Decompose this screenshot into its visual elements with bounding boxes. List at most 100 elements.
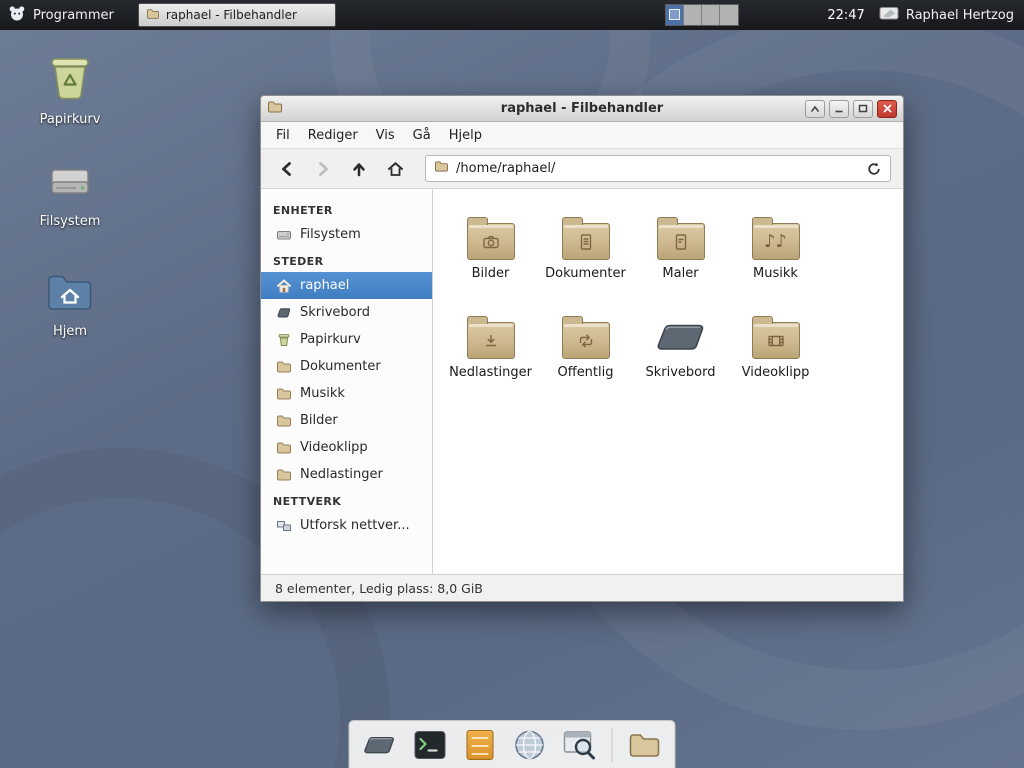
workspace-1[interactable] <box>666 5 684 25</box>
shade-button[interactable] <box>805 100 825 118</box>
menu-vis[interactable]: Vis <box>367 124 404 147</box>
back-button[interactable] <box>271 154 303 184</box>
file-manager-button[interactable] <box>627 727 663 763</box>
sidebar-item-label: Videoklipp <box>300 440 368 455</box>
sidebar-item-musikk[interactable]: Musikk <box>261 380 432 407</box>
folder-icon: ♪♪ <box>752 223 800 260</box>
folder-icon <box>275 360 292 374</box>
maximize-button[interactable] <box>853 100 873 118</box>
menu-ga[interactable]: Gå <box>404 124 440 147</box>
show-desktop-button[interactable] <box>362 727 398 763</box>
desktop-surface-icon <box>653 321 709 357</box>
sidebar-heading-places: STEDER <box>261 248 432 272</box>
top-panel: Programmer raphael - Filbehandler 22:47 … <box>0 0 1024 30</box>
desktop-icon <box>275 306 292 320</box>
folder-icon <box>467 322 515 359</box>
status-text: 8 elementer, Ledig plass: 8,0 GiB <box>275 581 483 596</box>
drive-icon <box>275 227 292 243</box>
desktop-icon-filesystem[interactable]: Filsystem <box>28 158 112 230</box>
taskbar-window-button[interactable]: raphael - Filbehandler <box>138 3 336 27</box>
file-label: Videoklipp <box>742 365 810 380</box>
panel-right-area: 22:47 Raphael Hertzog <box>665 0 1024 30</box>
workspace-3[interactable] <box>702 5 720 25</box>
applications-menu-label: Programmer <box>33 8 114 23</box>
sidebar-item-filsystem[interactable]: Filsystem <box>261 221 432 248</box>
window-controls <box>805 100 897 118</box>
applications-menu-button[interactable]: Programmer <box>0 0 126 30</box>
sidebar-item-bilder[interactable]: Bilder <box>261 407 432 434</box>
menu-rediger[interactable]: Rediger <box>299 124 367 147</box>
file-label: Skrivebord <box>645 365 715 380</box>
path-text: /home/raphael/ <box>456 161 555 176</box>
template-emblem-icon <box>658 224 704 259</box>
up-button[interactable] <box>343 154 375 184</box>
folder-icon <box>275 468 292 482</box>
dock <box>349 720 676 768</box>
sidebar-item-label: Nedlastinger <box>300 467 383 482</box>
file-label: Offentlig <box>558 365 614 380</box>
taskbar-window-label: raphael - Filbehandler <box>166 8 297 22</box>
window-titlebar[interactable]: raphael - Filbehandler <box>261 96 903 122</box>
desktop-icon-trash[interactable]: Papirkurv <box>28 52 112 128</box>
file-label: Bilder <box>472 266 510 281</box>
menu-fil[interactable]: Fil <box>267 124 299 147</box>
application-finder-button[interactable] <box>562 727 598 763</box>
desktop-icon-home[interactable]: Hjem <box>28 272 112 340</box>
file-musikk[interactable]: ♪♪ Musikk <box>728 203 823 302</box>
minimize-button[interactable] <box>829 100 849 118</box>
download-emblem-icon <box>468 323 514 358</box>
sidebar-item-label: raphael <box>300 278 349 293</box>
workspace-4[interactable] <box>720 5 738 25</box>
terminal-button[interactable] <box>412 727 448 763</box>
trash-icon <box>275 332 292 347</box>
sidebar-item-label: Filsystem <box>300 227 361 242</box>
file-bilder[interactable]: Bilder <box>443 203 538 302</box>
sidebar-item-videoklipp[interactable]: Videoklipp <box>261 434 432 461</box>
applications-menu-icon <box>8 4 26 26</box>
camera-emblem-icon <box>468 224 514 259</box>
desktop-icon-label: Papirkurv <box>36 111 105 128</box>
sidebar: ENHETER Filsystem STEDER raphael Skriveb… <box>261 189 433 574</box>
user-icon <box>879 5 899 25</box>
sidebar-item-dokumenter[interactable]: Dokumenter <box>261 353 432 380</box>
document-emblem-icon <box>563 224 609 259</box>
folder-icon <box>562 322 610 359</box>
sidebar-item-label: Utforsk nettver... <box>300 518 410 533</box>
close-button[interactable] <box>877 100 897 118</box>
file-maler[interactable]: Maler <box>633 203 728 302</box>
home-button[interactable] <box>379 154 411 184</box>
home-icon <box>275 278 292 293</box>
forward-button[interactable] <box>307 154 339 184</box>
sidebar-item-network[interactable]: Utforsk nettver... <box>261 512 432 539</box>
desktop: Programmer raphael - Filbehandler 22:47 … <box>0 0 1024 768</box>
folder-icon <box>467 223 515 260</box>
file-dokumenter[interactable]: Dokumenter <box>538 203 633 302</box>
clock[interactable]: 22:47 <box>823 8 868 23</box>
window-content: ENHETER Filsystem STEDER raphael Skriveb… <box>261 189 903 574</box>
user-name-label: Raphael Hertzog <box>906 8 1014 23</box>
workspace-2[interactable] <box>684 5 702 25</box>
desktop-icon-label: Hjem <box>49 323 91 340</box>
file-cabinet-button[interactable] <box>462 727 498 763</box>
file-offentlig[interactable]: Offentlig <box>538 302 633 401</box>
user-menu[interactable]: Raphael Hertzog <box>879 5 1024 25</box>
file-grid: Bilder Dokumenter Maler ♪♪ <box>433 189 903 574</box>
video-emblem-icon <box>753 323 799 358</box>
path-bar[interactable]: /home/raphael/ <box>425 155 891 182</box>
sidebar-item-nedlastinger[interactable]: Nedlastinger <box>261 461 432 488</box>
home-folder-icon <box>46 272 94 318</box>
folder-icon <box>752 322 800 359</box>
folder-icon <box>657 223 705 260</box>
sidebar-item-raphael[interactable]: raphael <box>261 272 432 299</box>
music-emblem-icon: ♪♪ <box>753 224 799 259</box>
file-label: Dokumenter <box>545 266 626 281</box>
file-videoklipp[interactable]: Videoklipp <box>728 302 823 401</box>
sidebar-item-skrivebord[interactable]: Skrivebord <box>261 299 432 326</box>
sidebar-item-label: Skrivebord <box>300 305 370 320</box>
file-skrivebord[interactable]: Skrivebord <box>633 302 728 401</box>
sidebar-item-papirkurv[interactable]: Papirkurv <box>261 326 432 353</box>
web-browser-button[interactable] <box>512 727 548 763</box>
file-nedlastinger[interactable]: Nedlastinger <box>443 302 538 401</box>
menu-hjelp[interactable]: Hjelp <box>440 124 491 147</box>
reload-button[interactable] <box>866 161 882 177</box>
